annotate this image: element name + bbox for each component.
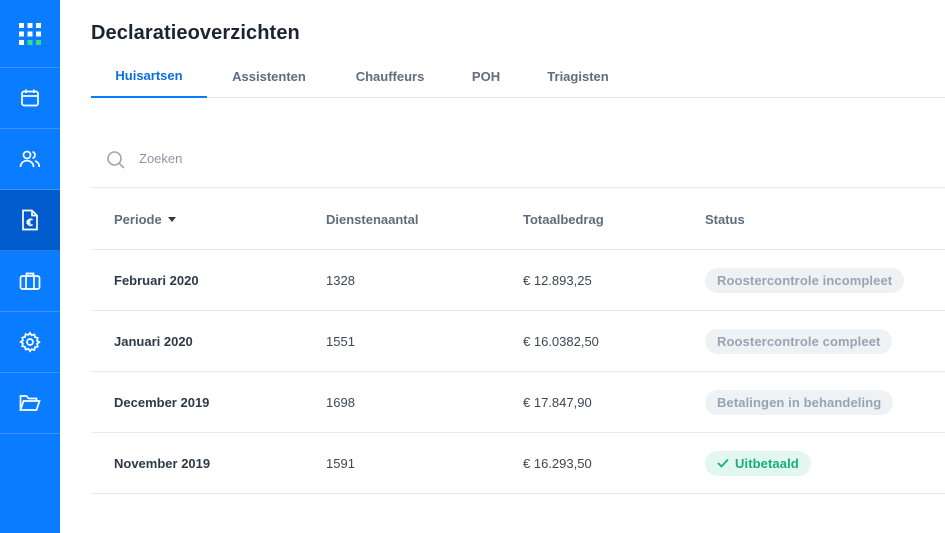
table-row[interactable]: Januari 2020 1551 € 16.0382,50 Roosterco… [91, 311, 945, 372]
table-row[interactable]: December 2019 1698 € 17.847,90 Betalinge… [91, 372, 945, 433]
period-cell: Januari 2020 [114, 333, 193, 349]
sidebar-item-calendar[interactable] [0, 68, 60, 129]
count-cell: 1551 [326, 333, 355, 349]
status-label: Uitbetaald [735, 455, 799, 471]
count-cell: 1591 [326, 455, 355, 471]
sort-down-icon [167, 216, 176, 222]
sidebar-item-briefcase[interactable] [0, 251, 60, 312]
tab-huisartsen[interactable]: Huisartsen [91, 60, 207, 98]
period-cell: Februari 2020 [114, 272, 199, 288]
table-row[interactable]: Februari 2020 1328 € 12.893,25 Roosterco… [91, 250, 945, 311]
sidebar-item-settings[interactable] [0, 312, 60, 373]
sidebar-item-users[interactable] [0, 129, 60, 190]
count-cell: 1328 [326, 272, 355, 288]
column-header-count: Dienstenaantal [326, 211, 419, 227]
table-row[interactable]: November 2019 1591 € 16.293,50 Uitbetaal… [91, 433, 945, 494]
total-cell: € 17.847,90 [523, 394, 592, 410]
calendar-icon [21, 89, 39, 107]
users-icon [19, 150, 41, 168]
checkmark-icon [717, 458, 729, 468]
sidebar-item-declarations[interactable] [0, 190, 60, 251]
sidebar [0, 0, 60, 533]
period-cell: December 2019 [114, 394, 210, 410]
gear-icon [19, 331, 41, 353]
search-input[interactable] [139, 146, 439, 170]
grid-logo-icon [19, 22, 41, 45]
status-badge: Roostercontrole compleet [705, 328, 893, 354]
tab-assistenten[interactable]: Assistenten [222, 60, 316, 98]
search-icon [107, 151, 125, 169]
total-cell: € 16.0382,50 [523, 333, 599, 349]
sidebar-item-files[interactable] [0, 373, 60, 434]
column-header-status: Status [705, 211, 745, 227]
page-title: Declaratieoverzichten [91, 22, 300, 44]
search-bar [91, 140, 945, 188]
tab-triagisten[interactable]: Triagisten [540, 60, 616, 98]
column-header-period[interactable]: Periode [114, 189, 176, 249]
column-header-label: Periode [114, 211, 162, 227]
folder-open-icon [19, 395, 41, 411]
tab-chauffeurs[interactable]: Chauffeurs [346, 60, 434, 98]
tab-bar: Huisartsen Assistenten Chauffeurs POH Tr… [91, 60, 945, 98]
euro-document-icon [22, 209, 38, 231]
total-cell: € 16.293,50 [523, 455, 592, 471]
status-badge: Roostercontrole incompleet [705, 267, 905, 293]
table-header: Periode Dienstenaantal Totaalbedrag Stat… [91, 189, 945, 250]
total-cell: € 12.893,25 [523, 272, 592, 288]
status-badge: Betalingen in behandeling [705, 389, 894, 415]
column-header-total: Totaalbedrag [523, 211, 604, 227]
count-cell: 1698 [326, 394, 355, 410]
period-cell: November 2019 [114, 455, 211, 471]
briefcase-icon [19, 272, 41, 290]
tab-poh[interactable]: POH [466, 60, 506, 98]
app-logo[interactable] [0, 0, 60, 68]
status-badge-paid: Uitbetaald [705, 450, 811, 476]
